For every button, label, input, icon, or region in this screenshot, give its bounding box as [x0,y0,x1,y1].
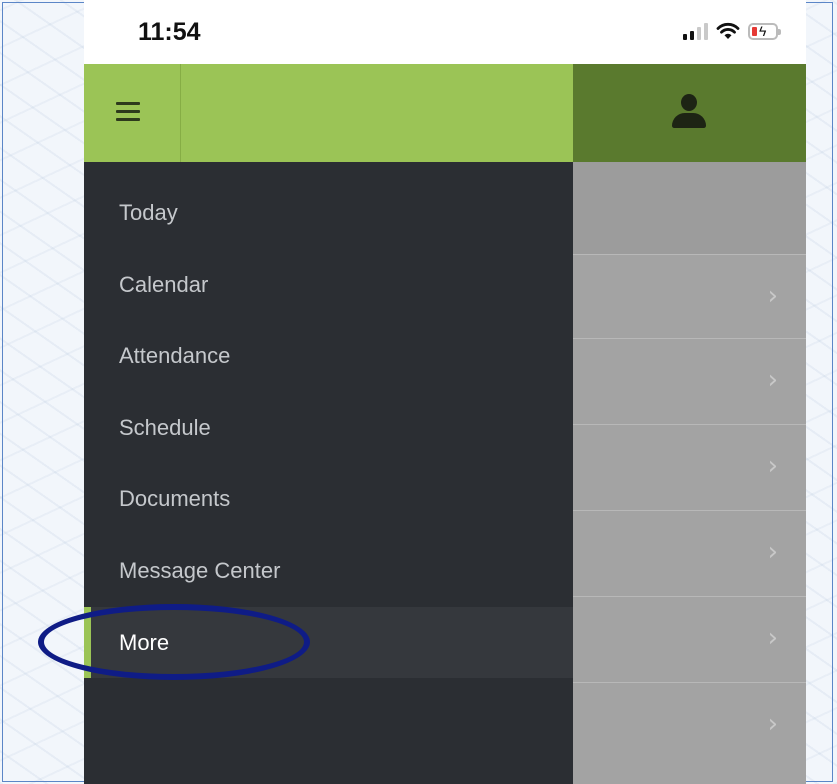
header-profile-area [573,64,806,162]
status-icons: ϟ [683,22,781,40]
navigation-drawer: Today Calendar Attendance Schedule Docum… [84,162,573,784]
content-header-band [573,162,806,254]
cellular-signal-icon [683,22,708,40]
nav-item-today[interactable]: Today [84,177,573,248]
list-row[interactable]: › [573,510,806,594]
nav-item-label: Calendar [119,271,209,297]
list-row[interactable]: › [573,682,806,766]
chevron-right-icon: › [767,709,778,739]
nav-item-label: Schedule [119,414,211,440]
battery-charging-icon: ϟ [748,22,781,40]
nav-item-label: Documents [119,485,231,511]
status-bar: 11:54 ϟ [84,0,806,64]
annotation-ellipse [38,604,310,680]
chevron-right-icon: › [767,537,778,567]
nav-item-label: Attendance [119,342,231,368]
header-divider [180,64,181,162]
nav-item-label: Today [119,199,178,225]
list-row[interactable]: › [573,596,806,680]
header-menu-area [84,64,573,162]
nav-item-schedule[interactable]: Schedule [84,392,573,463]
chevron-right-icon: › [767,365,778,395]
user-avatar-icon[interactable] [672,94,706,130]
list-row[interactable]: › [573,254,806,338]
status-time: 11:54 [138,18,201,46]
nav-item-calendar[interactable]: Calendar [84,249,573,320]
chevron-right-icon: › [767,451,778,481]
nav-item-documents[interactable]: Documents [84,463,573,534]
chevron-right-icon: › [767,281,778,311]
nav-item-label: Message Center [119,557,281,583]
app-header [84,64,806,162]
list-row[interactable]: › [573,424,806,508]
nav-item-attendance[interactable]: Attendance [84,320,573,391]
nav-item-message-center[interactable]: Message Center [84,535,573,606]
hamburger-menu-icon[interactable] [112,98,148,128]
chevron-right-icon: › [767,623,778,653]
dimmed-content-list: › › › › › › [573,162,806,784]
wifi-icon [716,22,740,39]
list-row[interactable]: › [573,338,806,422]
